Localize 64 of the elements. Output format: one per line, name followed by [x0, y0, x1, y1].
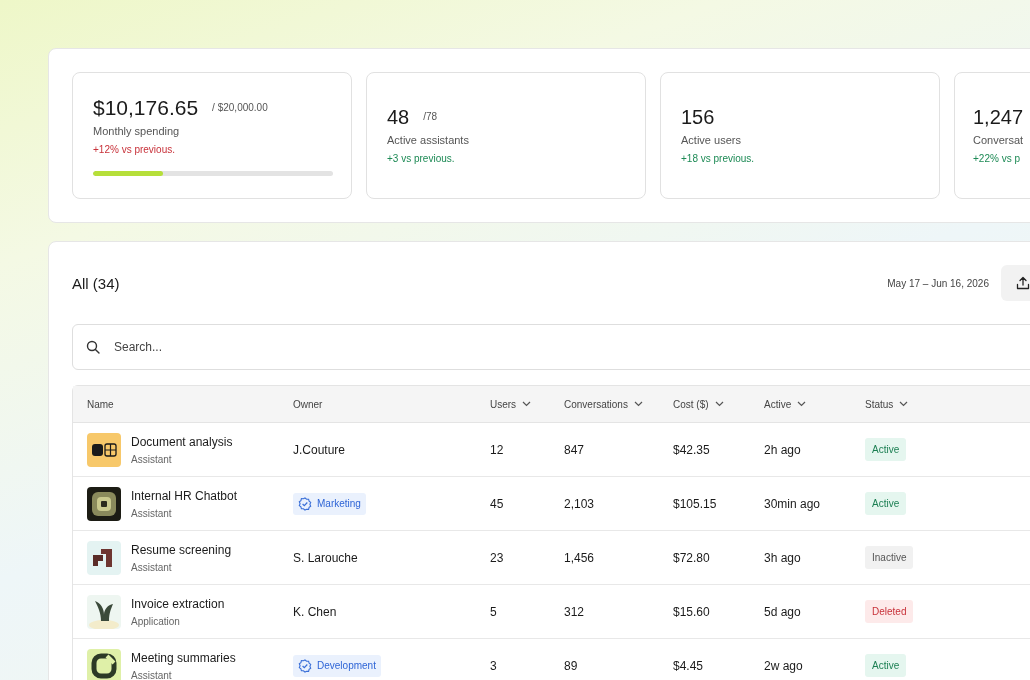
- status-tag: Deleted: [865, 600, 914, 623]
- item-name[interactable]: Internal HR Chatbot: [131, 488, 238, 503]
- table-cell: 12: [490, 442, 504, 457]
- item-type: Assistant: [131, 453, 173, 465]
- stat-delta: +3 vs previous.: [387, 153, 456, 164]
- table-cell: 2,103: [564, 496, 595, 511]
- column-header[interactable]: Cost ($): [659, 386, 750, 422]
- table-cell: 312: [564, 604, 585, 619]
- table-cell: 5d ago: [764, 604, 801, 619]
- table-cell: $42.35: [673, 442, 710, 457]
- column-header[interactable]: Name: [73, 386, 279, 422]
- column-header[interactable]: Status: [851, 386, 1030, 422]
- stat-label: Active assistants: [387, 134, 470, 146]
- stat-delta: +22% vs p: [973, 153, 1021, 164]
- column-header[interactable]: Users: [476, 386, 550, 422]
- table-cell: 5: [490, 604, 497, 619]
- table-cell: 2w ago: [764, 658, 803, 673]
- table-cell: 3: [490, 658, 497, 673]
- list-title: All (34): [72, 274, 120, 292]
- table-cell: 2h ago: [764, 442, 801, 457]
- table-cell: 3h ago: [764, 550, 801, 565]
- item-type: Assistant: [131, 507, 173, 519]
- item-type: Application: [131, 615, 181, 627]
- table-cell: $4.45: [673, 658, 704, 673]
- table-cell: 23: [490, 550, 504, 565]
- item-type: Assistant: [131, 561, 173, 573]
- stat-delta: +12% vs previous.: [93, 144, 176, 155]
- item-name[interactable]: Document analysis: [131, 434, 233, 449]
- owner-name: K. Chen: [293, 604, 337, 619]
- item-name[interactable]: Resume screening: [131, 542, 232, 557]
- status-tag: Active: [865, 438, 907, 461]
- status-tag: Active: [865, 492, 907, 515]
- stat-delta: +18 vs previous.: [681, 153, 756, 164]
- column-header[interactable]: Active: [750, 386, 851, 422]
- status-tag: Active: [865, 654, 907, 677]
- column-header[interactable]: Owner: [279, 386, 476, 422]
- stat-label: Conversat: [973, 134, 1025, 146]
- stat-label: Active users: [681, 134, 742, 146]
- date-range: May 17 – Jun 16, 2026: [887, 277, 989, 289]
- table-cell: 847: [564, 442, 585, 457]
- table-cell: 89: [564, 658, 578, 673]
- stat-value: 48: [387, 105, 410, 130]
- owner-name: J.Couture: [293, 442, 346, 457]
- item-name[interactable]: Invoice extraction: [131, 596, 225, 611]
- table-cell: $72.80: [673, 550, 710, 565]
- team-tag: Development: [293, 654, 381, 677]
- search-field[interactable]: Search...: [72, 324, 1030, 370]
- stat-total: / $20,000.00: [212, 102, 268, 113]
- stat-value: $10,176.65: [93, 95, 199, 121]
- owner-name: S. Larouche: [293, 550, 358, 565]
- table-cell: $15.60: [673, 604, 710, 619]
- team-tag: Marketing: [293, 492, 366, 515]
- table-cell: $105.15: [673, 496, 717, 511]
- stat-value: 156: [681, 105, 715, 130]
- item-name[interactable]: Meeting summaries: [131, 650, 236, 665]
- stat-value: 1,247: [973, 105, 1024, 130]
- table-cell: 30min ago: [764, 496, 821, 511]
- item-type: Assistant: [131, 669, 173, 680]
- stat-total: /78: [423, 111, 438, 122]
- status-tag: Inactive: [865, 546, 914, 569]
- stat-label: Monthly spending: [93, 125, 181, 137]
- table-cell: 1,456: [564, 550, 595, 565]
- table-cell: 45: [490, 496, 504, 511]
- column-header[interactable]: Conversations: [550, 386, 659, 422]
